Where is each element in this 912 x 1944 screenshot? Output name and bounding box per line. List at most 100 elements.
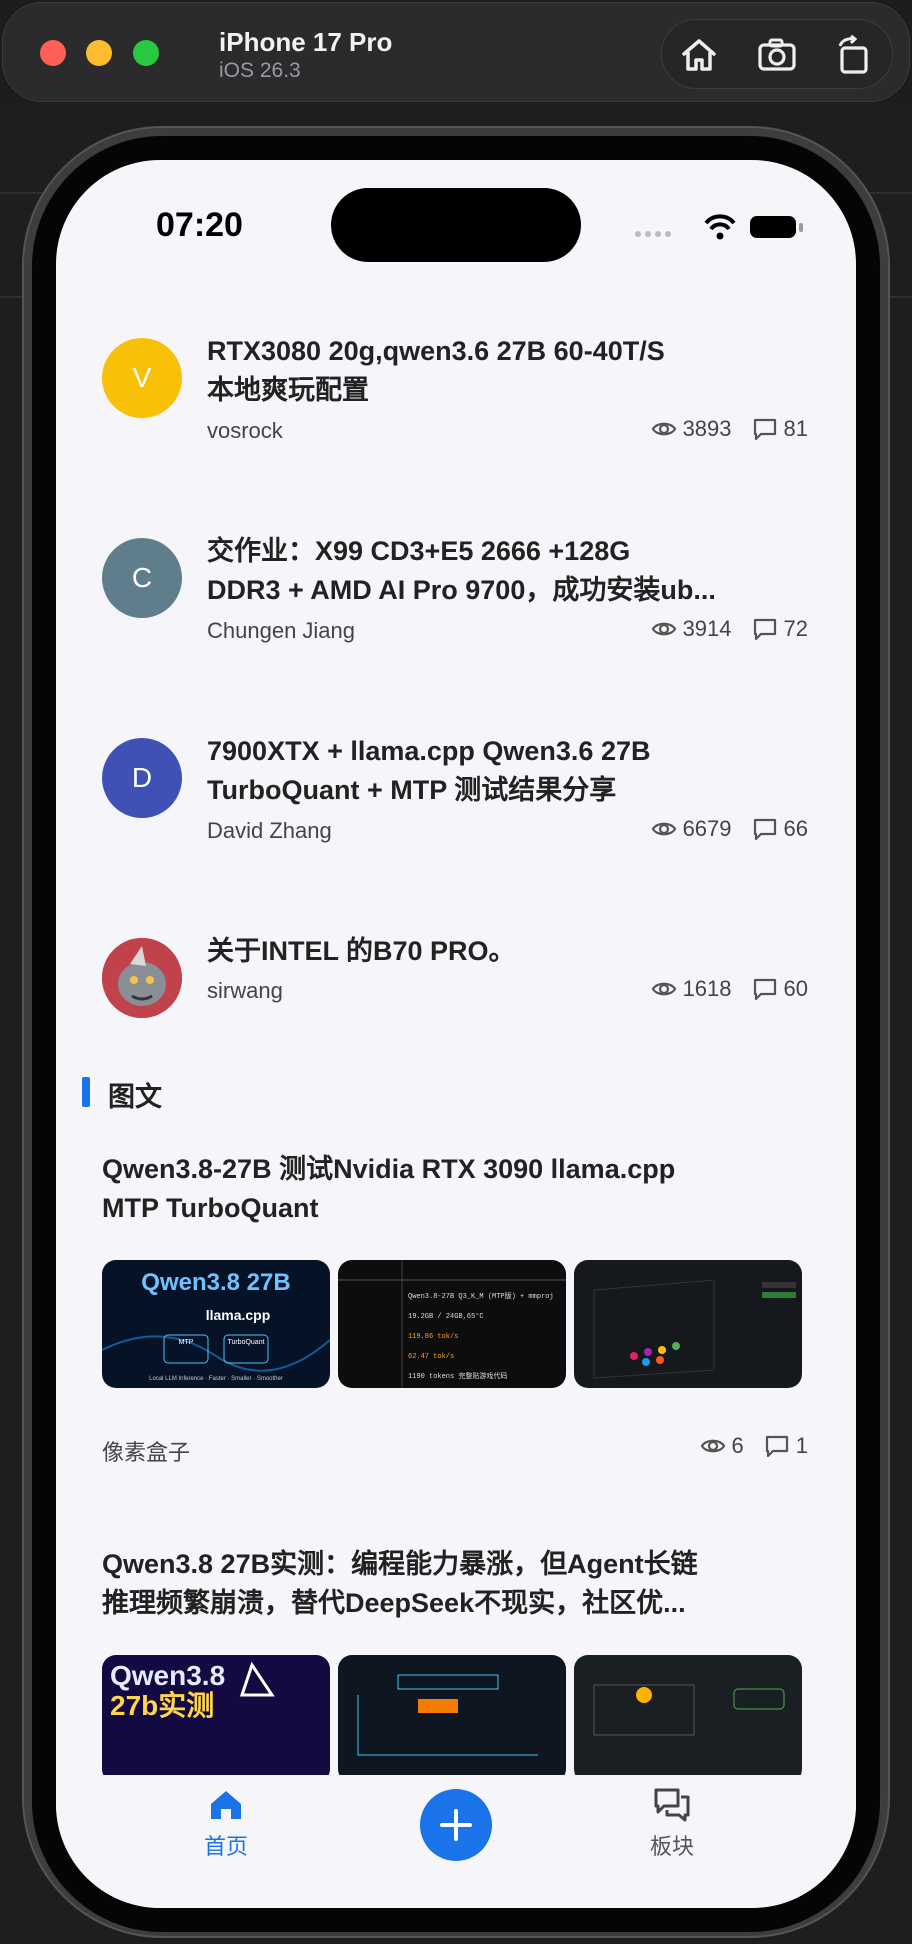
avatar: V (102, 338, 182, 418)
simulator-tools (661, 19, 893, 89)
post-author: David Zhang (207, 818, 332, 843)
feed-list[interactable]: V RTX3080 20g,qwen3.6 27B 60-40T/S 本地爽玩配… (56, 300, 856, 1908)
post-title[interactable]: 交作业：X99 CD3+E5 2666 +128G DDR3 + AMD AI … (207, 532, 807, 610)
post-author: vosrock (207, 418, 283, 443)
post-title[interactable]: 关于INTEL 的B70 PRO。 (207, 932, 807, 971)
post-stats: 3914 72 (651, 616, 808, 642)
wifi-icon (704, 214, 736, 240)
comment-count: 1 (795, 1433, 808, 1458)
status-time: 07:20 (156, 206, 243, 244)
thumbnail[interactable] (574, 1260, 802, 1388)
comment-icon (753, 418, 776, 441)
thumbnail[interactable] (338, 1655, 566, 1783)
terminal-line: Qwen3.8-27B Q3_K_M (MTP版) + mmproj (408, 1291, 554, 1301)
post-title-line: 7900XTX + llama.cpp Qwen3.6 27B (207, 736, 651, 766)
post-title-line: Qwen3.8 27B实测：编程能力暴涨，但Agent长链 (102, 1549, 698, 1579)
comment-count: 60 (783, 976, 808, 1001)
rhino-avatar-image (102, 938, 182, 1018)
eye-icon (651, 622, 676, 636)
avatar (102, 938, 182, 1018)
thumbnail[interactable]: Qwen3.8-27B Q3_K_M (MTP版) + mmproj 19.2G… (338, 1260, 566, 1388)
post-title[interactable]: RTX3080 20g,qwen3.6 27B 60-40T/S 本地爽玩配置 (207, 332, 807, 410)
post-title[interactable]: 7900XTX + llama.cpp Qwen3.6 27B TurboQua… (207, 732, 807, 810)
rotate-icon[interactable] (832, 34, 874, 76)
thumb-sub: llama.cpp (206, 1307, 271, 1323)
image-post-title[interactable]: Qwen3.8-27B 测试Nvidia RTX 3090 llama.cpp … (102, 1150, 818, 1228)
view-count: 6 (731, 1433, 744, 1458)
post-author: Chungen Jiang (207, 618, 356, 643)
comment-icon (753, 818, 776, 841)
post-author: 像素盒子 (102, 1440, 191, 1465)
post-stats: 6 1 (700, 1433, 808, 1459)
view-count: 3893 (682, 416, 732, 441)
section-accent (82, 1077, 90, 1107)
tab-label: 板块 (649, 1834, 694, 1859)
avatar: D (102, 738, 182, 818)
battery-icon (750, 216, 803, 238)
eye-icon (651, 422, 676, 436)
screenshot-icon[interactable] (756, 34, 798, 76)
avatar: C (102, 538, 182, 618)
comment-icon (753, 618, 776, 641)
tab-home[interactable]: 首页 (166, 1785, 286, 1861)
home-icon (211, 1791, 241, 1819)
thumb-badge: MTP (179, 1339, 194, 1346)
thumb-sub: 27b实测 (110, 1689, 214, 1721)
thumbnail[interactable] (574, 1655, 802, 1783)
tab-label: 首页 (203, 1834, 248, 1859)
view-count: 3914 (682, 616, 732, 641)
section-title: 图文 (108, 1082, 162, 1112)
post-title-line: Qwen3.8-27B 测试Nvidia RTX 3090 llama.cpp (102, 1154, 676, 1184)
eye-icon (700, 1439, 725, 1453)
terminal-line: 1190 tokens 完整贴游戏代码 (408, 1371, 507, 1381)
thumb-heading: Qwen3.8 (110, 1660, 225, 1691)
post-title-line: 本地爽玩配置 (207, 375, 369, 405)
post-title-line: DDR3 + AMD AI Pro 9700，成功安装ub... (207, 575, 716, 605)
os-version: iOS 26.3 (219, 59, 301, 82)
minimize-window-button[interactable] (86, 40, 112, 66)
post-title-line: 关于INTEL 的B70 PRO。 (207, 936, 516, 966)
simulator-toolbar: iPhone 17 Pro iOS 26.3 (2, 2, 910, 102)
eye-icon (651, 822, 676, 836)
comment-count: 81 (783, 416, 808, 441)
post-title-line: TurboQuant + MTP 测试结果分享 (207, 775, 617, 805)
phone-screen: 07:20 V RTX3080 20g,qwen3.6 27B 60-40T/S… (56, 160, 856, 1908)
thumb-footer: Local LLM Inference · Faster · Smaller ·… (149, 1376, 283, 1382)
comment-count: 72 (783, 616, 808, 641)
view-count: 1618 (682, 976, 732, 1001)
thumb-heading: Qwen3.8 27B (141, 1269, 290, 1296)
comment-icon (765, 1435, 788, 1458)
post-stats: 6679 66 (651, 816, 808, 842)
terminal-line: 62.47 tok/s (408, 1353, 454, 1361)
terminal-line: 119.86 tok/s (408, 1333, 458, 1341)
plus-icon (440, 1809, 472, 1841)
eye-icon (651, 982, 676, 996)
thumbnail[interactable]: Qwen3.8 27b实测 (102, 1655, 330, 1783)
device-name: iPhone 17 Pro (219, 27, 393, 57)
zoom-window-button[interactable] (133, 40, 159, 66)
terminal-line: 19.2GB / 24GB,65°C (408, 1312, 484, 1321)
thumbnail[interactable]: Qwen3.8 27B llama.cpp MTP TurboQuant Loc… (102, 1260, 330, 1388)
post-title-line: MTP TurboQuant (102, 1193, 319, 1223)
thumb-badge: TurboQuant (227, 1339, 264, 1346)
post-author: sirwang (207, 978, 283, 1003)
tab-boards[interactable]: 板块 (612, 1785, 732, 1861)
view-count: 6679 (682, 816, 732, 841)
status-icons (628, 212, 808, 242)
dynamic-island (331, 188, 581, 262)
image-row: Qwen3.8 27B llama.cpp MTP TurboQuant Loc… (102, 1260, 810, 1388)
forum-icon (654, 1788, 690, 1822)
comment-count: 66 (783, 816, 808, 841)
post-stats: 1618 60 (651, 976, 808, 1002)
post-title-line: 交作业：X99 CD3+E5 2666 +128G (207, 536, 631, 566)
post-stats: 3893 81 (651, 416, 808, 442)
image-row: Qwen3.8 27b实测 (102, 1655, 810, 1783)
tab-bar: 首页 板块 (56, 1775, 856, 1908)
home-icon[interactable] (678, 34, 720, 76)
create-post-button[interactable] (420, 1789, 492, 1861)
image-post-title[interactable]: Qwen3.8 27B实测：编程能力暴涨，但Agent长链 推理频繁崩溃，替代D… (102, 1545, 818, 1623)
signal-icon (635, 231, 671, 237)
close-window-button[interactable] (40, 40, 66, 66)
post-title-line: 推理频繁崩溃，替代DeepSeek不现实，社区优... (102, 1588, 686, 1618)
comment-icon (753, 978, 776, 1001)
